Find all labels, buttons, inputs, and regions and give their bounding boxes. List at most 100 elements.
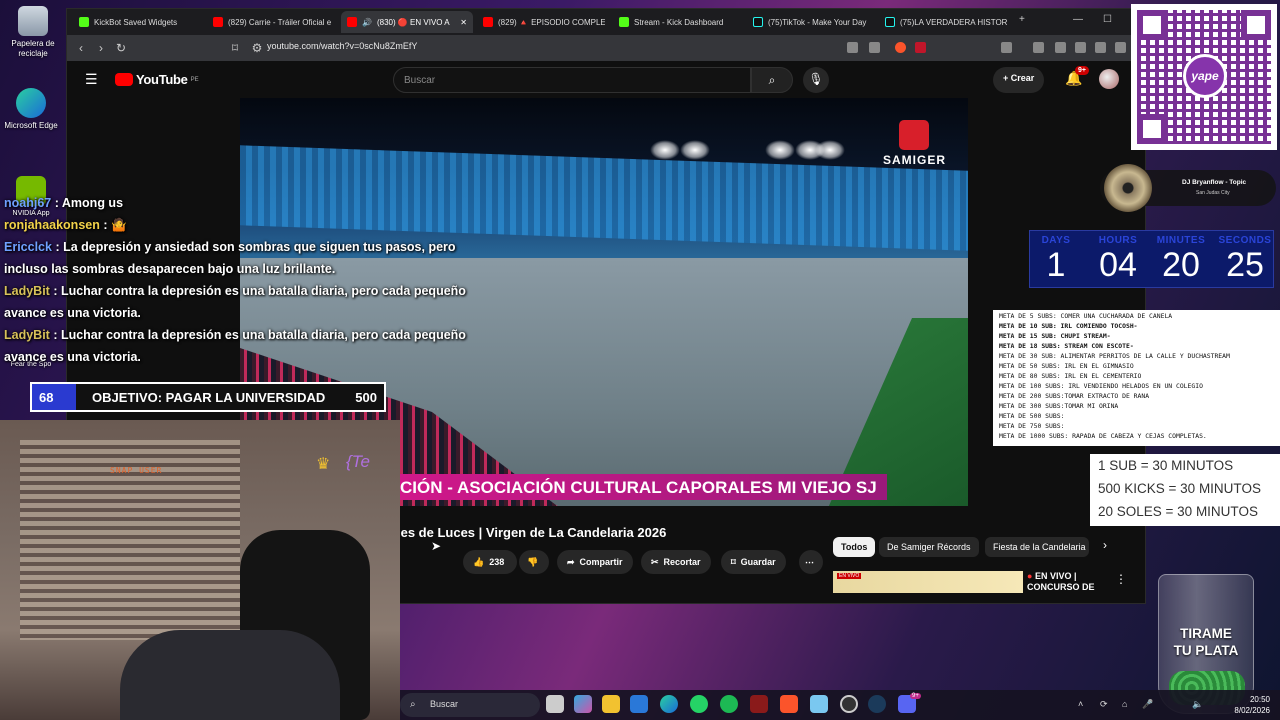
sidebar-icon[interactable] [1075,42,1086,53]
cast-icon[interactable] [847,42,858,53]
webcam-overlay-text: {Te [346,452,370,471]
recommended-live-sub: CONCURSO DE [1027,582,1095,592]
qr-finder [1137,10,1167,40]
floodlight [680,140,710,160]
save-button[interactable]: ⌑ Guardar [721,550,786,574]
minimize-button[interactable]: — [1073,14,1083,25]
chip-todos[interactable]: Todos [833,537,876,557]
desktop-icon-recycle-bin[interactable]: Papelera de reciclaje [2,6,64,59]
clip-button[interactable]: ✂ Recortar [641,550,711,574]
forward-arrow-icon[interactable]: › [91,41,111,55]
app-icon[interactable] [750,695,768,713]
rate-line: 20 SOLES = 30 MINUTOS [1098,504,1258,519]
search-button[interactable]: ⌕ [751,67,793,93]
now-playing-title: DJ Bryanflow - Topic [1182,179,1247,186]
create-label: Crear [1010,73,1035,83]
youtube-icon [347,17,357,27]
more-actions-button[interactable]: ⋯ [799,550,823,574]
search-input[interactable]: Buscar [393,67,751,93]
sub-goal: META DE 750 SUBS: [999,422,1065,430]
youtube-logo[interactable]: YouTube PE [115,72,199,87]
steam-icon[interactable] [868,695,886,713]
floodlight [815,140,845,160]
sub-goal: META DE 50 SUBS: IRL EN EL GIMNASIO [999,362,1134,370]
back-arrow-icon[interactable]: ‹ [71,41,91,55]
chat-text: Luchar contra la depresión es una batall… [4,284,466,320]
tab-label: (829) 🔺 EPISODIO COMPLE [498,17,605,27]
tiktok-icon [885,17,895,27]
new-tab-button[interactable]: + [1019,14,1025,25]
menu-icon[interactable]: ☰ [85,71,98,88]
dislike-button[interactable]: 👎 [519,550,549,574]
chip-samiger-records[interactable]: De Samiger Récords [879,537,979,557]
sub-goal: META DE 200 SUBS:TOMAR EXTRACTO DE RANA [999,392,1150,400]
more-horizontal-icon: ⋯ [805,556,814,567]
countdown-hours: HOURS 04 [1088,235,1148,284]
network-icon[interactable]: ⌂ [1122,699,1127,709]
tab-en-vivo[interactable]: 🔊 (830) 🔴 EN VIVO A ✕ [341,11,473,33]
chips-next-icon[interactable]: › [1103,538,1107,552]
music-icon[interactable] [1033,42,1044,53]
spotify-icon[interactable] [720,695,738,713]
url-field[interactable]: youtube.com/watch?v=0scNu8ZmEfY [267,41,417,51]
extensions-icon[interactable] [1055,42,1066,53]
recommended-thumbnail[interactable]: EN VIVO [833,571,1023,593]
tab-episodio[interactable]: (829) 🔺 EPISODIO COMPLE [477,11,605,33]
reload-icon[interactable]: ↻ [111,41,131,55]
brave-rewards-icon[interactable] [915,42,926,53]
share-button[interactable]: ➦ Compartir [557,550,633,574]
recycle-bin-icon [18,6,48,36]
site-info-icon[interactable]: ⚙ [247,41,267,55]
share-label: Compartir [579,557,623,567]
taskbar-search[interactable]: ⌕ Buscar [400,693,540,717]
objective-label: OBJETIVO: PAGAR LA UNIVERSIDAD [92,390,326,405]
chevron-up-icon[interactable]: ˄ [1078,699,1083,709]
sync-icon[interactable]: ⟳ [1100,699,1108,710]
rate-line: 1 SUB = 30 MINUTOS [1098,458,1234,473]
tab-kick-dashboard[interactable]: Stream - Kick Dashboard [613,11,741,33]
file-explorer-icon[interactable] [602,695,620,713]
edge-icon[interactable] [660,695,678,713]
chat-username: noahj67 [4,196,52,210]
obs-icon[interactable] [840,695,858,713]
account-avatar[interactable] [1099,69,1119,89]
youtube-wordmark: YouTube [136,72,188,87]
mic-icon[interactable]: 🎤 [1142,699,1153,710]
desktop-icon-edge[interactable]: Microsoft Edge [0,88,62,131]
whatsapp-icon[interactable] [690,695,708,713]
copilot-icon[interactable] [574,695,592,713]
notepad-icon[interactable] [810,695,828,713]
more-vertical-icon[interactable]: ⋮ [1115,572,1127,586]
share-icon[interactable] [869,42,880,53]
scissors-icon: ✂ [651,556,659,567]
maximize-button[interactable]: ☐ [1103,14,1112,25]
thumbs-down-icon: 👎 [527,556,539,567]
countdown-label: DAYS [1041,235,1071,246]
like-button[interactable]: 👍 238 [463,550,517,574]
close-icon[interactable]: ✕ [460,18,467,27]
vpn-icon[interactable] [1115,42,1126,53]
mouse-cursor-icon: ➤ [431,539,442,553]
thumbs-up-icon: 👍 [473,556,485,567]
tip-jar-line: TIRAME [1180,626,1232,641]
tab-label: (75)LA VERDADERA HISTORI [900,17,1007,27]
brave-shield-icon[interactable] [895,42,906,53]
screenshot-icon[interactable] [1001,42,1012,53]
address-bar: ‹ › ↻ ⌑ ⚙ youtube.com/watch?v=0scNu8ZmEf… [67,35,1145,61]
tab-verdadera-historia[interactable]: (75)LA VERDADERA HISTORI [879,11,1007,33]
bookmark-icon[interactable]: ⌑ [225,41,245,55]
task-view-icon[interactable] [546,695,564,713]
sub-goal: META DE 500 SUBS: [999,412,1065,420]
speaker-icon[interactable]: 🔈 [1192,699,1203,710]
store-icon[interactable] [630,695,648,713]
recommended-title[interactable]: ● EN VIVO | CONCURSO DE [1027,571,1095,593]
create-button[interactable]: + Crear [993,67,1045,93]
wallet-icon[interactable] [1095,42,1106,53]
brave-icon[interactable] [780,695,798,713]
tab-tiktok[interactable]: (75)TikTok - Make Your Day [747,11,875,33]
chip-fiesta-candelaria[interactable]: Fiesta de la Candelaria [985,537,1089,557]
voice-search-button[interactable]: 🎙 [803,67,829,93]
taskbar-clock[interactable]: 20:50 8/02/2026 [1234,694,1270,716]
tab-kickbot[interactable]: KickBot Saved Widgets [73,11,201,33]
tab-carrie-trailer[interactable]: (829) Carrie - Tráiler Oficial e [207,11,335,33]
